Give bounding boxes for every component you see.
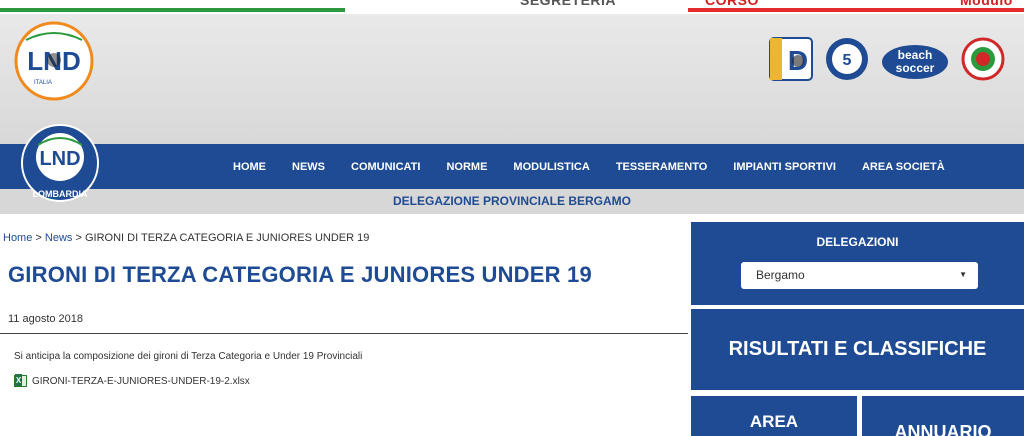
lombardia-text: LOMBARDIA (33, 189, 88, 199)
annuario-button[interactable]: ANNUARIO (862, 396, 1024, 436)
delegazioni-title: DELEGAZIONI (816, 235, 899, 249)
breadcrumb-news[interactable]: News (45, 232, 73, 244)
attachment-filename[interactable]: GIRONI-TERZA-E-JUNIORES-UNDER-19-2.xlsx (32, 376, 250, 387)
delegazioni-selected-value: Bergamo (756, 268, 805, 282)
article-intro: Si anticipa la composizione dei gironi d… (14, 351, 363, 362)
delegation-subtitle-bar: DELEGAZIONE PROVINCIALE BERGAMO (0, 189, 1024, 214)
risultati-classifiche-button[interactable]: RISULTATI E CLASSIFICHE (691, 309, 1024, 390)
svg-text:LND: LND (39, 148, 80, 170)
breadcrumb-current: GIRONI DI TERZA CATEGORIA E JUNIORES UND… (84, 232, 370, 244)
svg-text:beach: beach (898, 48, 933, 62)
calcio-a5-logo[interactable]: 5 (824, 36, 870, 82)
beach-soccer-logo[interactable]: beach soccer (880, 36, 950, 82)
nav-item-modulistica[interactable]: MODULISTICA (500, 161, 602, 173)
divider (0, 333, 688, 334)
delegazioni-widget: DELEGAZIONI Bergamo ▼ (691, 222, 1024, 305)
top-link-modulo[interactable]: Modulo (960, 0, 1013, 8)
flag-stripe-red (688, 8, 1024, 12)
page-title: GIRONI DI TERZA CATEGORIA E JUNIORES UND… (8, 262, 592, 287)
area-button[interactable]: AREA (691, 396, 857, 436)
top-link-corso[interactable]: CORSO (705, 0, 759, 8)
main-nav: HOME NEWS COMUNICATI NORME MODULISTICA T… (0, 144, 1024, 189)
flag-stripe-green (0, 8, 345, 12)
nav-item-norme[interactable]: NORME (433, 161, 500, 173)
nav-item-home[interactable]: HOME (220, 161, 279, 173)
breadcrumb: Home > News > GIRONI DI TERZA CATEGORIA … (3, 232, 369, 244)
nav-item-tesseramento[interactable]: TESSERAMENTO (603, 161, 720, 173)
top-link-segreteria[interactable]: SEGRETERIA (520, 0, 616, 8)
chevron-down-icon: ▼ (959, 270, 967, 279)
breadcrumb-home[interactable]: Home (3, 232, 32, 244)
lnd-logo[interactable]: LND ITALIA (14, 20, 94, 107)
nav-item-area-societa[interactable]: AREA SOCIETÀ (849, 161, 958, 173)
lnd-lombardia-logo[interactable]: LND LOMBARDIA (20, 121, 100, 218)
breadcrumb-separator: > (32, 232, 45, 244)
nav-item-comunicati[interactable]: COMUNICATI (338, 161, 433, 173)
partner-logos: D 5 beach soccer (768, 36, 1006, 82)
top-strip: SEGRETERIA CORSO Modulo (0, 0, 1024, 14)
delegation-subtitle[interactable]: DELEGAZIONE PROVINCIALE BERGAMO (393, 194, 631, 208)
svg-text:soccer: soccer (896, 61, 935, 75)
serie-d-logo[interactable]: D (768, 36, 814, 82)
svg-text:ITALIA: ITALIA (34, 80, 52, 86)
calcio-femminile-logo[interactable] (960, 36, 1006, 82)
delegazioni-select[interactable]: Bergamo ▼ (741, 262, 978, 289)
excel-file-icon (14, 374, 27, 387)
nav-item-news[interactable]: NEWS (279, 161, 338, 173)
post-date: 11 agosto 2018 (8, 313, 84, 325)
svg-text:5: 5 (843, 52, 852, 69)
nav-item-impianti-sportivi[interactable]: IMPIANTI SPORTIVI (720, 161, 849, 173)
breadcrumb-separator: > (72, 232, 85, 244)
nav-items: HOME NEWS COMUNICATI NORME MODULISTICA T… (220, 144, 958, 189)
site-header: LND ITALIA D 5 beach soccer (0, 14, 1024, 144)
attachment-link[interactable]: GIRONI-TERZA-E-JUNIORES-UNDER-19-2.xlsx (14, 374, 250, 387)
